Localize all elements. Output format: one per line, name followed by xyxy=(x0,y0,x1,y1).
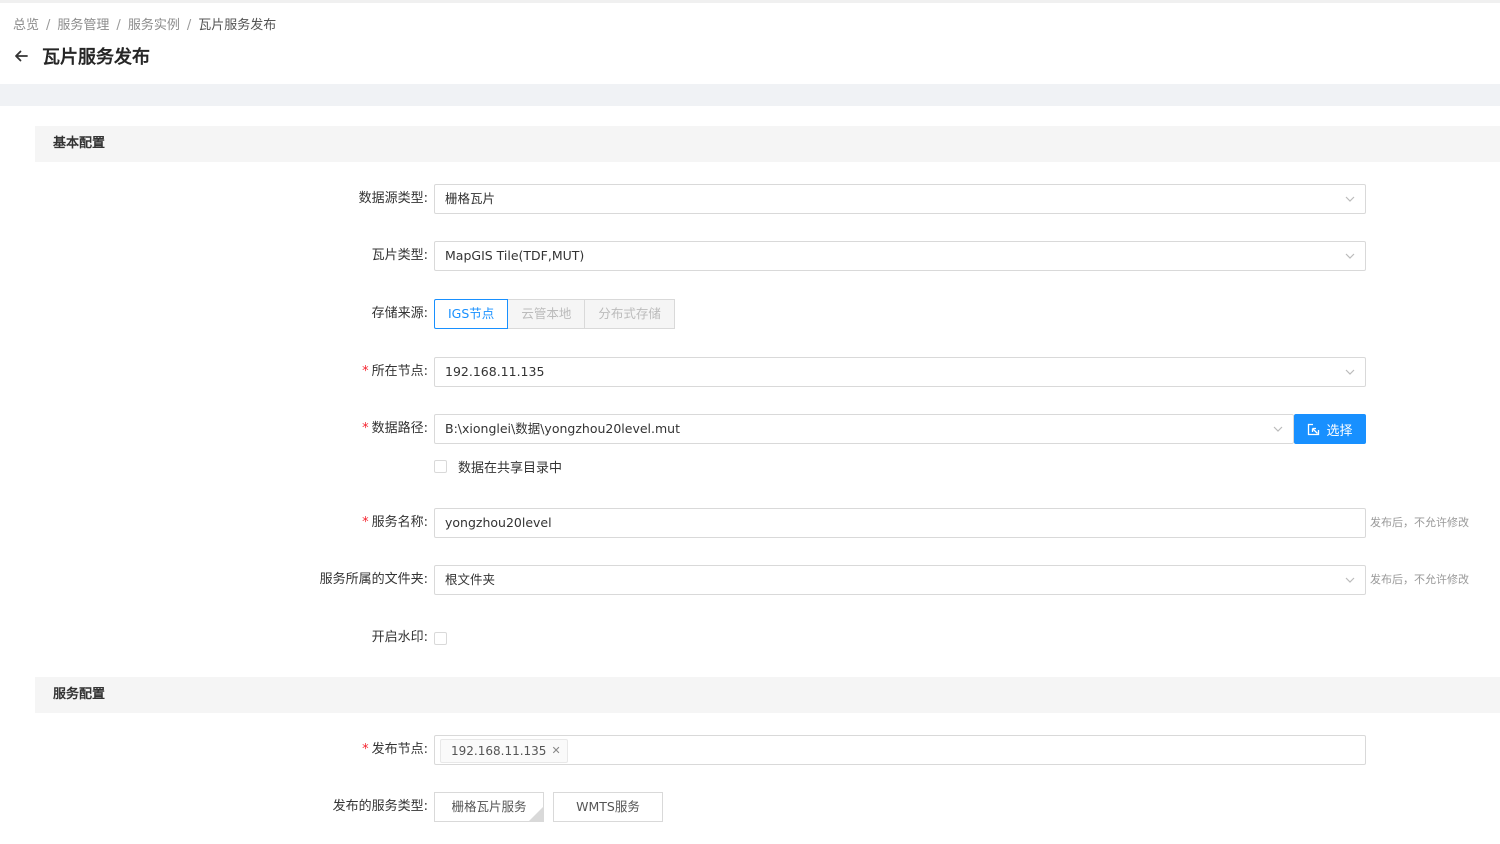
node-row: * 所在节点: 192.168.11.135 xyxy=(0,357,1500,387)
required-mark: * xyxy=(362,515,369,530)
chevron-down-icon xyxy=(1273,426,1283,432)
publish-node-row: * 发布节点: 192.168.11.135 ✕ xyxy=(0,735,1500,765)
folder-label: 服务所属的文件夹: xyxy=(319,572,428,587)
breadcrumb-separator: / xyxy=(46,18,51,33)
storage-row: 存储来源: IGS节点 云管本地 分布式存储 xyxy=(0,299,1500,329)
tile-type-select[interactable]: MapGIS Tile(TDF,MUT) xyxy=(434,241,1366,271)
service-name-row: * 服务名称: yongzhou20level 发布后，不允许修改 xyxy=(0,508,1500,538)
breadcrumb-service-mgmt[interactable]: 服务管理 xyxy=(57,18,109,33)
publish-node-multiselect[interactable]: 192.168.11.135 ✕ xyxy=(434,735,1366,765)
required-mark: * xyxy=(362,364,369,379)
storage-radio-group: IGS节点 云管本地 分布式存储 xyxy=(434,299,675,329)
shared-dir-checkbox[interactable] xyxy=(434,459,447,473)
storage-option-igs[interactable]: IGS节点 xyxy=(434,299,509,329)
select-path-button-label: 选择 xyxy=(1326,423,1353,439)
page-header: 瓦片服务发布 xyxy=(12,43,150,69)
page-title: 瓦片服务发布 xyxy=(42,47,150,68)
section-basic-config: 基本配置 xyxy=(35,126,1500,162)
chevron-down-icon xyxy=(1345,196,1355,202)
tile-type-row: 瓦片类型: MapGIS Tile(TDF,MUT) xyxy=(0,241,1500,271)
breadcrumb-current: 瓦片服务发布 xyxy=(198,18,277,33)
publish-type-raster-tile[interactable]: 栅格瓦片服务 xyxy=(434,792,544,822)
arrow-left-icon[interactable] xyxy=(12,47,30,65)
publish-type-wmts-label: WMTS服务 xyxy=(576,799,640,814)
folder-value: 根文件夹 xyxy=(445,572,496,587)
source-type-select[interactable]: 栅格瓦片 xyxy=(434,184,1366,214)
content-separator xyxy=(0,84,1500,106)
publish-types-row: 发布的服务类型: 栅格瓦片服务 WMTS服务 xyxy=(0,792,1500,822)
chevron-down-icon xyxy=(1345,577,1355,583)
data-path-row: * 数据路径: B:\xionglei\数据\yongzhou20level.mu… xyxy=(0,414,1500,444)
breadcrumb-separator: / xyxy=(116,18,121,33)
watermark-label: 开启水印: xyxy=(371,630,428,645)
required-mark: * xyxy=(362,421,369,436)
service-name-label-text: 服务名称: xyxy=(371,515,428,530)
shared-dir-label: 数据在共享目录中 xyxy=(458,460,563,476)
publish-type-raster-tile-label: 栅格瓦片服务 xyxy=(451,799,527,814)
node-label-text: 所在节点: xyxy=(371,364,428,379)
data-path-label: * 数据路径: xyxy=(362,414,428,444)
publish-types-label: 发布的服务类型: xyxy=(332,799,428,814)
chevron-down-icon xyxy=(1345,253,1355,259)
data-path-select[interactable]: B:\xionglei\数据\yongzhou20level.mut xyxy=(434,414,1294,444)
folder-hint: 发布后，不允许修改 xyxy=(1370,573,1469,586)
source-type-value: 栅格瓦片 xyxy=(445,191,496,206)
publish-node-label-text: 发布节点: xyxy=(371,742,428,757)
service-name-input[interactable]: yongzhou20level xyxy=(434,508,1366,538)
service-name-value: yongzhou20level xyxy=(445,515,552,530)
breadcrumb-service-instance[interactable]: 服务实例 xyxy=(128,18,180,33)
node-value: 192.168.11.135 xyxy=(445,364,545,379)
publish-type-wmts[interactable]: WMTS服务 xyxy=(553,792,663,822)
publish-node-label: * 发布节点: xyxy=(362,735,428,765)
service-name-hint: 发布后，不允许修改 xyxy=(1370,516,1469,529)
node-select[interactable]: 192.168.11.135 xyxy=(434,357,1366,387)
service-name-label: * 服务名称: xyxy=(362,508,428,538)
tile-type-label: 瓦片类型: xyxy=(371,248,428,263)
chevron-down-icon xyxy=(1345,369,1355,375)
storage-option-distributed[interactable]: 分布式存储 xyxy=(584,299,675,329)
breadcrumb: 总览 / 服务管理 / 服务实例 / 瓦片服务发布 xyxy=(13,14,276,33)
top-divider xyxy=(0,0,1500,3)
node-label: * 所在节点: xyxy=(362,357,428,387)
breadcrumb-separator: / xyxy=(186,18,192,33)
select-path-button[interactable]: 选择 xyxy=(1294,414,1366,444)
required-mark: * xyxy=(362,742,369,757)
watermark-checkbox[interactable] xyxy=(434,631,447,645)
data-path-value: B:\xionglei\数据\yongzhou20level.mut xyxy=(445,421,680,436)
tile-type-value: MapGIS Tile(TDF,MUT) xyxy=(445,248,585,263)
folder-select[interactable]: 根文件夹 xyxy=(434,565,1366,595)
source-type-label: 数据源类型: xyxy=(358,191,428,206)
section-service-config: 服务配置 xyxy=(35,677,1500,713)
watermark-row: 开启水印: xyxy=(0,623,1500,653)
select-icon xyxy=(1308,423,1320,435)
source-type-row: 数据源类型: 栅格瓦片 xyxy=(0,184,1500,214)
publish-node-tag: 192.168.11.135 ✕ xyxy=(440,739,568,763)
selected-corner-icon xyxy=(529,807,543,821)
breadcrumb-home[interactable]: 总览 xyxy=(13,18,39,33)
folder-row: 服务所属的文件夹: 根文件夹 发布后，不允许修改 xyxy=(0,565,1500,595)
data-path-label-text: 数据路径: xyxy=(371,421,428,436)
storage-label: 存储来源: xyxy=(371,306,428,321)
publish-node-tag-label: 192.168.11.135 xyxy=(451,744,547,758)
close-icon[interactable]: ✕ xyxy=(551,737,560,765)
storage-option-cloud-local[interactable]: 云管本地 xyxy=(507,299,586,329)
shared-dir-row: 数据在共享目录中 xyxy=(0,451,1500,481)
